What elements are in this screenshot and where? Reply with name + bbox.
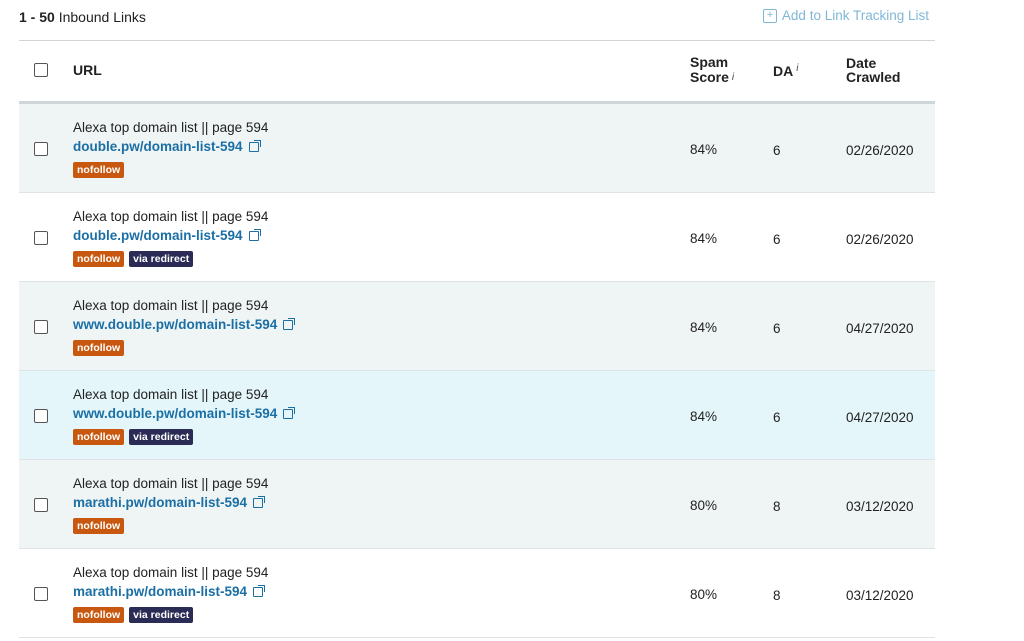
info-icon[interactable]: i [796,63,798,74]
external-link-icon[interactable] [253,495,266,508]
link-url-text[interactable]: www.double.pw/domain-list-594 [73,406,277,421]
link-title: Alexa top domain list || page 594 [73,476,269,491]
date-header-line2: Crawled [846,69,901,85]
external-link-icon[interactable] [283,317,296,330]
table-row: Alexa top domain list || page 594 marath… [19,460,935,549]
link-title: Alexa top domain list || page 594 [73,298,269,313]
da-value: 6 [773,410,781,425]
date-crawled-value: 03/12/2020 [846,499,914,514]
spam-header-line2: Score [690,69,729,85]
link-tags: nofollow [73,162,125,178]
spam-score-value: 80% [690,498,718,513]
table-row: Alexa top domain list || page 594 www.do… [19,371,935,460]
table-row: Alexa top domain list || page 594 double… [19,193,935,282]
results-toolbar: 1 - 50 Inbound Links + Add to Link Track… [19,0,935,40]
da-value: 6 [773,321,781,336]
select-all-checkbox[interactable] [34,63,48,77]
external-link-icon[interactable] [248,139,261,152]
link-url[interactable]: double.pw/domain-list-594 [73,139,261,154]
link-url-text[interactable]: marathi.pw/domain-list-594 [73,495,247,510]
results-label: Inbound Links [58,9,146,25]
row-checkbox[interactable] [34,587,48,601]
link-tags: nofollow [73,340,125,356]
table-body: Alexa top domain list || page 594 double… [19,104,935,638]
add-to-link-tracking-label: Add to Link Tracking List [781,8,929,23]
link-title: Alexa top domain list || page 594 [73,120,269,135]
row-checkbox[interactable] [34,498,48,512]
link-tags: nofollow [73,518,125,534]
via-redirect-badge: via redirect [129,429,194,445]
spam-score-value: 80% [690,587,718,602]
column-header-da[interactable]: DA i [773,63,798,79]
via-redirect-badge: via redirect [129,607,194,623]
link-tags: nofollow via redirect [73,429,194,445]
date-crawled-value: 03/12/2020 [846,588,914,603]
spam-header-line1: Spam [690,54,729,70]
link-title: Alexa top domain list || page 594 [73,209,269,224]
inbound-links-panel: 1 - 50 Inbound Links + Add to Link Track… [19,0,935,638]
nofollow-badge: nofollow [73,162,125,178]
link-title: Alexa top domain list || page 594 [73,565,269,580]
link-url[interactable]: marathi.pw/domain-list-594 [73,495,266,510]
spam-score-value: 84% [690,142,718,157]
link-url-text[interactable]: www.double.pw/domain-list-594 [73,317,277,332]
link-url[interactable]: www.double.pw/domain-list-594 [73,406,296,421]
nofollow-badge: nofollow [73,429,125,445]
column-header-url[interactable]: URL [73,62,102,78]
date-crawled-value: 02/26/2020 [846,232,914,247]
link-url[interactable]: double.pw/domain-list-594 [73,228,261,243]
date-crawled-value: 02/26/2020 [846,143,914,158]
da-value: 8 [773,499,781,514]
nofollow-badge: nofollow [73,518,125,534]
link-tags: nofollow via redirect [73,251,194,267]
link-url[interactable]: www.double.pw/domain-list-594 [73,317,296,332]
spam-score-value: 84% [690,409,718,424]
add-to-link-tracking-button[interactable]: + Add to Link Tracking List [762,8,929,23]
link-title: Alexa top domain list || page 594 [73,387,269,402]
row-checkbox[interactable] [34,409,48,423]
link-url-text[interactable]: double.pw/domain-list-594 [73,139,243,154]
table-row: Alexa top domain list || page 594 www.do… [19,282,935,371]
row-checkbox[interactable] [34,231,48,245]
date-crawled-value: 04/27/2020 [846,321,914,336]
table-row: Alexa top domain list || page 594 marath… [19,549,935,638]
plus-square-icon: + [762,8,777,23]
da-value: 6 [773,143,781,158]
info-icon[interactable]: i [732,72,734,83]
nofollow-badge: nofollow [73,340,125,356]
link-tags: nofollow via redirect [73,607,194,623]
spam-score-value: 84% [690,231,718,246]
column-header-spam-score[interactable]: Spam Score i [690,55,734,85]
results-range: 1 - 50 [19,9,55,25]
da-header-label: DA [773,63,794,79]
external-link-icon[interactable] [248,228,261,241]
date-crawled-value: 04/27/2020 [846,410,914,425]
da-value: 6 [773,232,781,247]
da-value: 8 [773,588,781,603]
date-header-line1: Date [846,55,877,71]
row-checkbox[interactable] [34,142,48,156]
table-row: Alexa top domain list || page 594 double… [19,104,935,193]
via-redirect-badge: via redirect [129,251,194,267]
nofollow-badge: nofollow [73,251,125,267]
external-link-icon[interactable] [283,406,296,419]
column-header-date-crawled[interactable]: Date Crawled [846,56,900,84]
results-count: 1 - 50 Inbound Links [19,9,146,25]
row-checkbox[interactable] [34,320,48,334]
table-header: URL Spam Score i DA i Date Crawled [19,40,935,104]
link-url[interactable]: marathi.pw/domain-list-594 [73,584,266,599]
external-link-icon[interactable] [253,584,266,597]
nofollow-badge: nofollow [73,607,125,623]
link-url-text[interactable]: marathi.pw/domain-list-594 [73,584,247,599]
link-url-text[interactable]: double.pw/domain-list-594 [73,228,243,243]
spam-score-value: 84% [690,320,718,335]
